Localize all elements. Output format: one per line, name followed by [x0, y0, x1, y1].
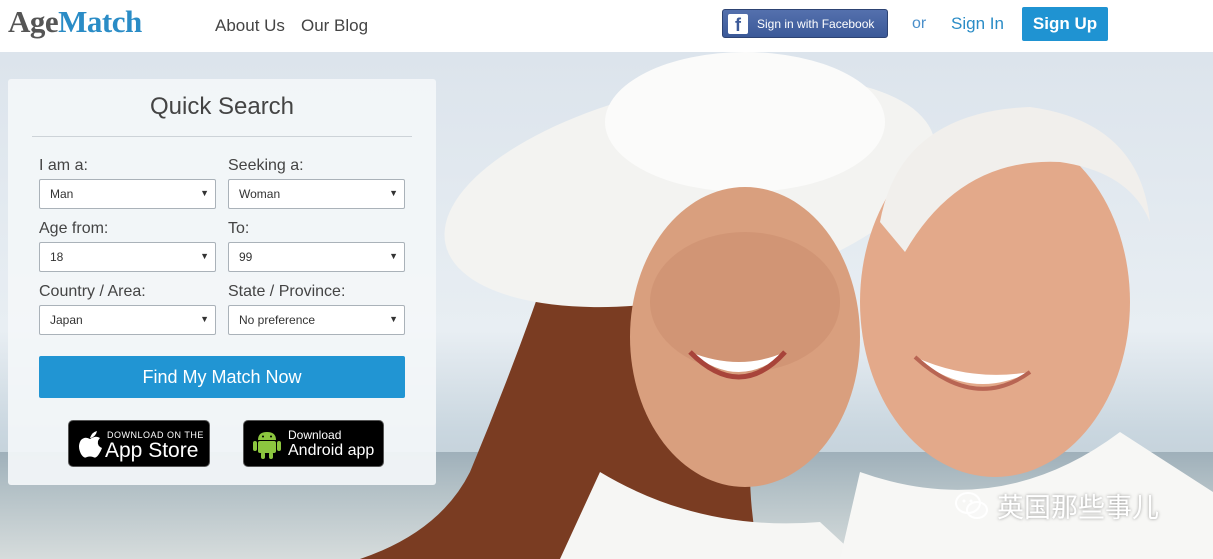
- state-value: No preference: [239, 313, 316, 327]
- nav-our-blog[interactable]: Our Blog: [301, 16, 368, 36]
- country-label: Country / Area:: [39, 283, 146, 300]
- panel-divider: [32, 136, 412, 137]
- i-am-label: I am a:: [39, 157, 88, 174]
- site-header: AgeMatch About Us Our Blog f Sign in wit…: [0, 0, 1213, 52]
- app-store-button[interactable]: DOWNLOAD ON THE App Store: [68, 420, 210, 467]
- age-from-label: Age from:: [39, 220, 109, 237]
- state-label: State / Province:: [228, 283, 346, 300]
- facebook-signin-button[interactable]: f Sign in with Facebook: [722, 9, 888, 38]
- age-from-value: 18: [50, 250, 64, 264]
- site-logo[interactable]: AgeMatch: [8, 4, 142, 40]
- dropdown-arrow-icon: ▼: [200, 188, 209, 198]
- i-am-value: Man: [50, 187, 74, 201]
- dropdown-arrow-icon: ▼: [389, 251, 398, 261]
- logo-age: Age: [8, 4, 59, 39]
- seeking-label: Seeking a:: [228, 157, 304, 174]
- quick-search-title: Quick Search: [149, 93, 295, 120]
- dropdown-arrow-icon: ▼: [200, 314, 209, 324]
- apple-icon: [79, 431, 102, 458]
- logo-match: Match: [58, 4, 142, 39]
- hero-section: Quick Search I am a: Man ▼ Seeking a: Wo…: [0, 52, 1213, 559]
- age-to-select[interactable]: 99 ▼: [228, 242, 405, 272]
- or-separator: or: [912, 15, 927, 32]
- quick-search-panel: Quick Search I am a: Man ▼ Seeking a: Wo…: [8, 79, 436, 485]
- seeking-select[interactable]: Woman ▼: [228, 179, 405, 209]
- country-value: Japan: [50, 313, 83, 327]
- country-select[interactable]: Japan ▼: [39, 305, 216, 335]
- find-match-button[interactable]: Find My Match Now: [39, 356, 405, 398]
- nav-about-us[interactable]: About Us: [215, 16, 285, 36]
- android-big-text: Android app: [288, 442, 375, 459]
- i-am-select[interactable]: Man ▼: [39, 179, 216, 209]
- dropdown-arrow-icon: ▼: [389, 314, 398, 324]
- dropdown-arrow-icon: ▼: [389, 188, 398, 198]
- watermark-text: 英国那些事儿: [997, 493, 1159, 524]
- app-store-big-text: App Store: [105, 439, 199, 462]
- android-app-button[interactable]: Download Android app: [243, 420, 384, 467]
- android-icon: [253, 432, 281, 459]
- seeking-value: Woman: [239, 187, 281, 201]
- age-to-label: To:: [228, 220, 250, 237]
- age-from-select[interactable]: 18 ▼: [39, 242, 216, 272]
- facebook-icon: f: [728, 13, 748, 34]
- facebook-signin-label: Sign in with Facebook: [757, 16, 875, 31]
- wechat-watermark: 英国那些事儿: [955, 486, 1159, 525]
- sign-in-link[interactable]: Sign In: [951, 14, 1004, 34]
- state-select[interactable]: No preference ▼: [228, 305, 405, 335]
- sign-up-button[interactable]: Sign Up: [1022, 7, 1108, 41]
- android-small-text: Download: [288, 428, 342, 442]
- wechat-icon: [955, 491, 988, 519]
- dropdown-arrow-icon: ▼: [200, 251, 209, 261]
- age-to-value: 99: [239, 250, 253, 264]
